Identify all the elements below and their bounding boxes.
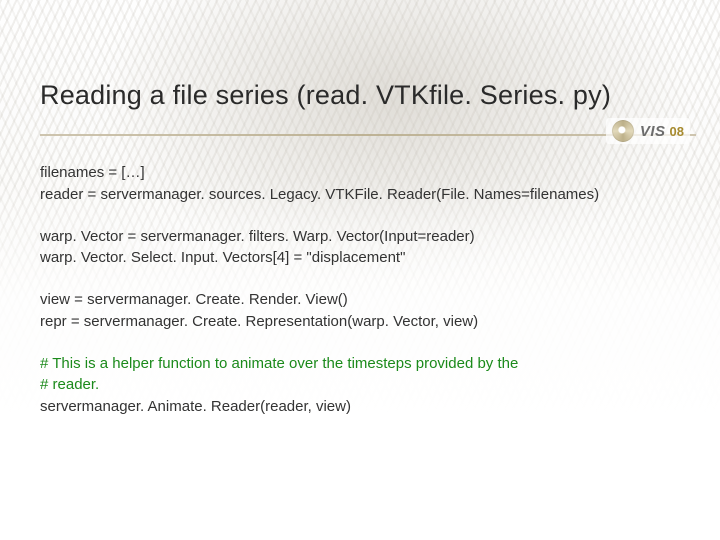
- title-divider: VIS 08: [40, 120, 696, 154]
- code-line: warp. Vector = servermanager. filters. W…: [40, 226, 680, 248]
- code-line: warp. Vector. Select. Input. Vectors[4] …: [40, 247, 680, 269]
- code-line: filenames = […]: [40, 162, 680, 184]
- code-block-1: filenames = […] reader = servermanager. …: [40, 162, 680, 206]
- code-line: reader = servermanager. sources. Legacy.…: [40, 184, 680, 206]
- slide-title: Reading a file series (read. VTKfile. Se…: [40, 80, 611, 111]
- code-line: view = servermanager. Create. Render. Vi…: [40, 289, 680, 311]
- brand-starburst-icon: [612, 120, 634, 142]
- code-line: servermanager. Animate. Reader(reader, v…: [40, 396, 680, 418]
- code-comment: # reader.: [40, 374, 680, 396]
- code-block-2: warp. Vector = servermanager. filters. W…: [40, 226, 680, 270]
- brand-year: 08: [670, 124, 684, 139]
- code-block-3: view = servermanager. Create. Render. Vi…: [40, 289, 680, 333]
- slide: Reading a file series (read. VTKfile. Se…: [0, 0, 720, 540]
- code-comment: # This is a helper function to animate o…: [40, 353, 680, 375]
- divider-line: [40, 134, 696, 136]
- conference-brand: VIS 08: [606, 118, 690, 144]
- code-body: filenames = […] reader = servermanager. …: [40, 162, 680, 438]
- code-block-4: # This is a helper function to animate o…: [40, 353, 680, 418]
- brand-name: VIS: [640, 123, 666, 140]
- code-line: repr = servermanager. Create. Representa…: [40, 311, 680, 333]
